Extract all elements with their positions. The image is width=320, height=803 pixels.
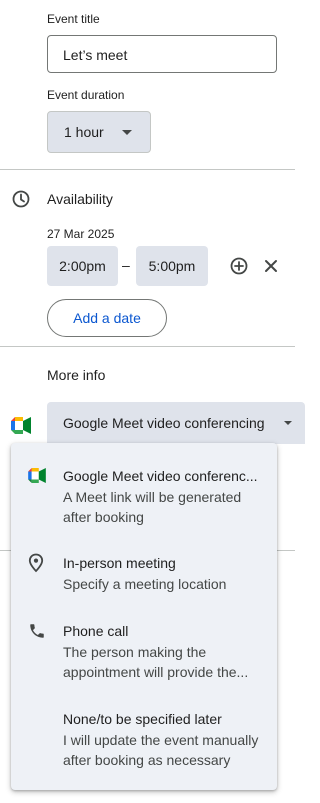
option-description: Specify a meeting location — [63, 576, 227, 592]
start-time-select[interactable]: 2:00pm — [47, 246, 118, 286]
chevron-down-icon[interactable] — [284, 421, 292, 425]
event-title-input[interactable]: Let’s meet — [47, 35, 277, 73]
conference-selected-value: Google Meet video conferencing — [63, 415, 265, 431]
add-date-button[interactable]: Add a date — [47, 299, 167, 337]
option-description: A Meet link will be generated after book… — [63, 489, 242, 525]
option-description: The person making the appointment will p… — [63, 644, 249, 680]
more-info-title: More info — [47, 367, 106, 383]
menu-option-phone-call[interactable]: Phone call The person making the appoint… — [11, 611, 277, 687]
event-title-label: Event title — [47, 12, 100, 26]
end-time-select[interactable]: 5:00pm — [136, 246, 208, 286]
clock-icon — [12, 190, 30, 208]
duration-value: 1 hour — [64, 124, 104, 140]
google-meet-icon — [28, 468, 46, 483]
divider — [0, 169, 295, 170]
availability-date: 27 Mar 2025 — [47, 227, 115, 241]
option-title: None/to be specified later — [63, 711, 222, 727]
menu-option-none[interactable]: None/to be specified later I will update… — [11, 699, 277, 775]
availability-title: Availability — [47, 191, 113, 207]
option-title: Phone call — [63, 623, 129, 639]
menu-option-google-meet[interactable]: Google Meet video conferenc... A Meet li… — [11, 455, 277, 531]
time-separator: – — [122, 257, 130, 273]
event-duration-label: Event duration — [47, 88, 125, 102]
conference-options-menu: Google Meet video conferenc... A Meet li… — [11, 443, 277, 790]
divider — [0, 346, 295, 347]
phone-icon — [30, 624, 44, 638]
google-meet-icon — [11, 417, 31, 434]
menu-option-in-person[interactable]: In-person meeting Specify a meeting loca… — [11, 543, 277, 599]
option-title: In-person meeting — [63, 555, 176, 571]
add-circle-icon[interactable] — [229, 256, 249, 276]
chevron-down-icon — [122, 130, 132, 135]
location-pin-icon — [28, 553, 44, 573]
close-icon[interactable] — [261, 256, 281, 276]
option-title: Google Meet video conferenc... — [63, 468, 258, 484]
conference-select[interactable]: Google Meet video conferencing — [47, 402, 305, 444]
option-description: I will update the event manually after b… — [63, 732, 259, 768]
duration-select[interactable]: 1 hour — [47, 111, 151, 153]
